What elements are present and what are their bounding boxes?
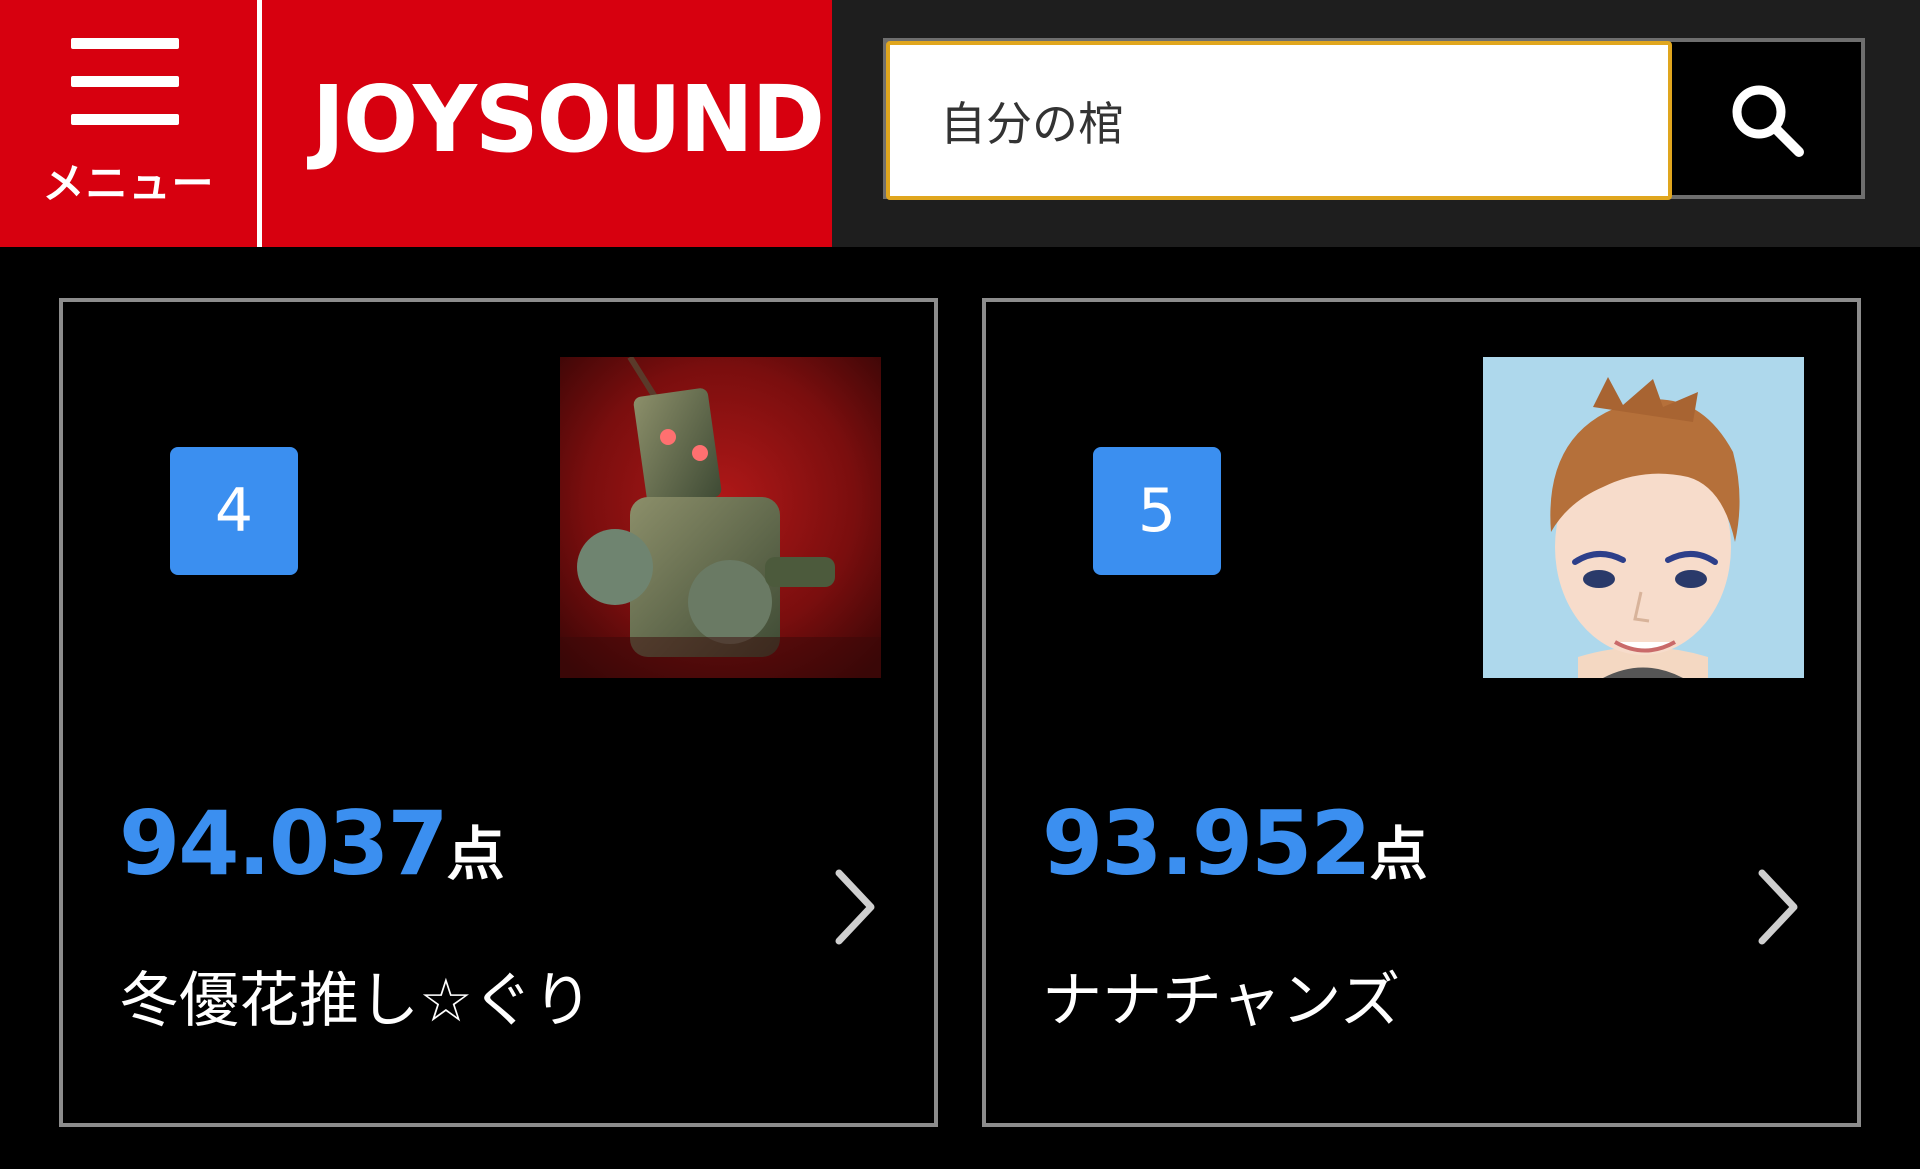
rank-badge: 5: [1093, 447, 1221, 575]
ranking-card[interactable]: 5 93.952点 ナナチャンズ: [982, 298, 1861, 1127]
score-value: 94.037: [119, 792, 449, 895]
joysound-logo: JOYSOUND: [312, 66, 825, 173]
search-input[interactable]: [886, 41, 1672, 200]
score-unit: 点: [446, 820, 505, 888]
search-button[interactable]: [1672, 42, 1861, 195]
chevron-right-icon: [1758, 869, 1798, 945]
search-icon: [1732, 85, 1804, 157]
score-unit: 点: [1369, 820, 1428, 888]
logo-link[interactable]: JOYSOUND: [262, 0, 832, 247]
score-value: 93.952: [1042, 792, 1372, 895]
robot-avatar: [560, 357, 881, 678]
menu-label: メニュー: [42, 159, 215, 208]
user-name: 冬優花推し☆ぐり: [119, 966, 593, 1036]
menu-button[interactable]: メニュー: [0, 0, 257, 247]
score: 93.952点: [1042, 792, 1428, 895]
ranking-card[interactable]: 4 94.037点 冬優花推し☆ぐり: [59, 298, 938, 1127]
score: 94.037点: [119, 792, 505, 895]
hamburger-icon: [71, 38, 179, 125]
search-bar: [883, 38, 1865, 200]
user-name: ナナチャンズ: [1042, 966, 1401, 1036]
chevron-right-icon: [835, 869, 875, 945]
site-header: メニュー JOYSOUND: [0, 0, 1920, 247]
rank-badge: 4: [170, 447, 298, 575]
boy-avatar: [1483, 357, 1804, 678]
